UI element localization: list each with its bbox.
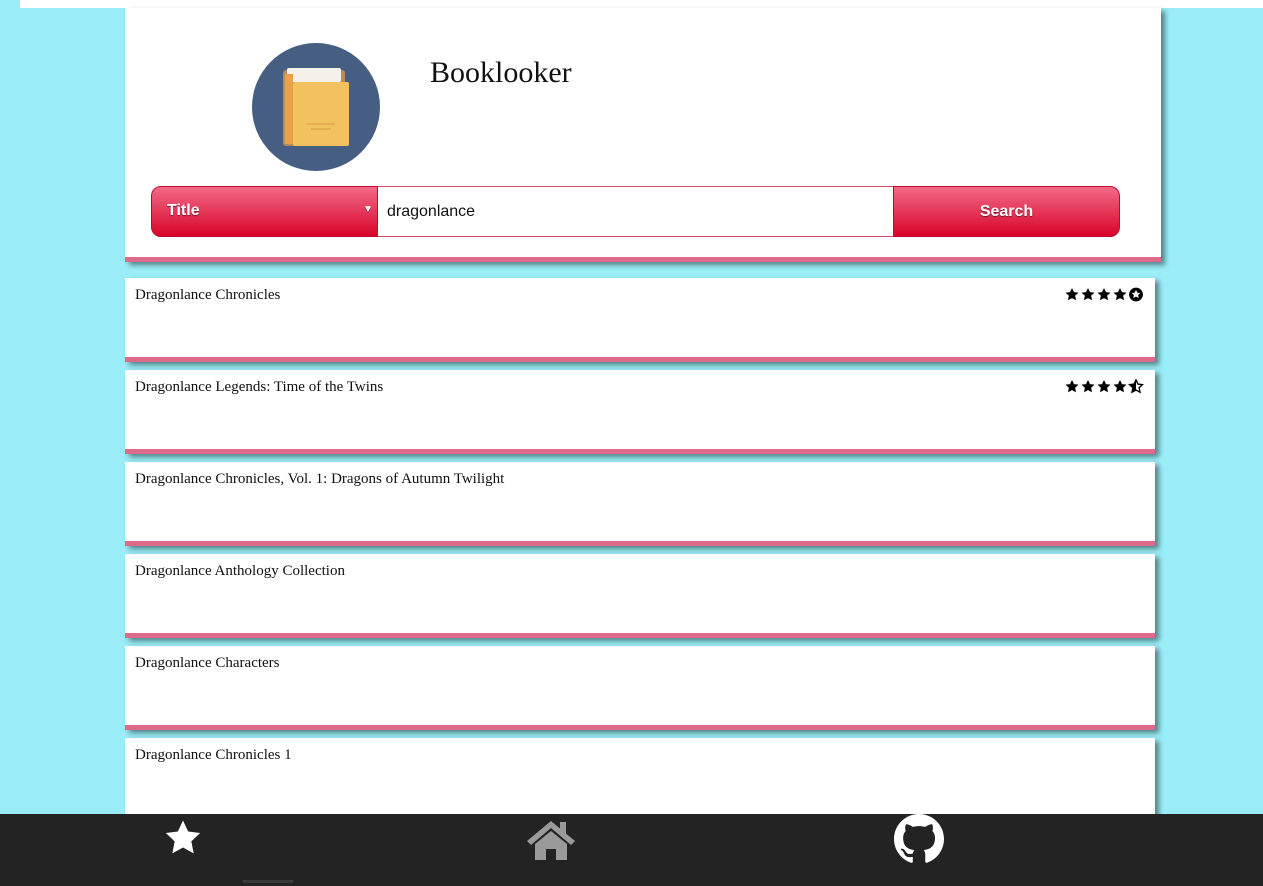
- star-full-icon: [1113, 379, 1127, 393]
- result-title: Dragonlance Chronicles, Vol. 1: Dragons …: [135, 471, 505, 487]
- star-full-icon: [1097, 379, 1111, 393]
- star-icon: [165, 820, 201, 854]
- search-field-select[interactable]: Title ▼: [151, 186, 378, 237]
- result-card[interactable]: Dragonlance Chronicles, Vol. 1: Dragons …: [125, 462, 1155, 546]
- search-bar: Title ▼ Search: [151, 186, 1120, 237]
- rating-stars: [1064, 379, 1144, 394]
- result-title: Dragonlance Legends: Time of the Twins: [135, 379, 384, 395]
- star-full-icon: [1065, 379, 1079, 393]
- star-full-icon: [1113, 287, 1127, 301]
- result-card[interactable]: Dragonlance Chronicles: [125, 278, 1155, 362]
- star-empty-icon: [1129, 287, 1143, 302]
- home-icon: [527, 821, 575, 860]
- star-full-icon: [1081, 287, 1095, 301]
- book-logo-icon: [252, 43, 380, 171]
- bottom-nav: [0, 814, 1263, 886]
- rating-stars: [1064, 287, 1144, 302]
- app-title: Booklooker: [430, 56, 572, 89]
- result-card[interactable]: Dragonlance Characters: [125, 646, 1155, 730]
- result-card[interactable]: Dragonlance Legends: Time of the Twins: [125, 370, 1155, 454]
- result-card[interactable]: Dragonlance Anthology Collection: [125, 554, 1155, 638]
- search-input[interactable]: [378, 186, 893, 237]
- nav-home[interactable]: [511, 814, 591, 872]
- nav-underline: [243, 880, 293, 883]
- star-full-icon: [1097, 287, 1111, 301]
- results-list: Dragonlance Chronicles Dragonlance Legend…: [125, 278, 1155, 830]
- top-strip: [20, 0, 1263, 8]
- search-button[interactable]: Search: [893, 186, 1120, 237]
- result-title: Dragonlance Chronicles: [135, 287, 281, 303]
- star-half-icon: [1128, 379, 1144, 394]
- star-full-icon: [1081, 379, 1095, 393]
- dropdown-caret-icon: ▼: [363, 204, 373, 215]
- search-field-selected-label: Title: [167, 202, 200, 219]
- star-full-icon: [1065, 287, 1079, 301]
- result-title: Dragonlance Characters: [135, 655, 280, 671]
- github-icon: [894, 814, 944, 863]
- nav-favorites[interactable]: [143, 814, 223, 872]
- result-card[interactable]: Dragonlance Chronicles 1: [125, 738, 1155, 822]
- result-title: Dragonlance Anthology Collection: [135, 563, 345, 579]
- header-card: Booklooker Title ▼ Search: [125, 8, 1161, 262]
- nav-github[interactable]: [879, 814, 959, 872]
- result-title: Dragonlance Chronicles 1: [135, 747, 292, 763]
